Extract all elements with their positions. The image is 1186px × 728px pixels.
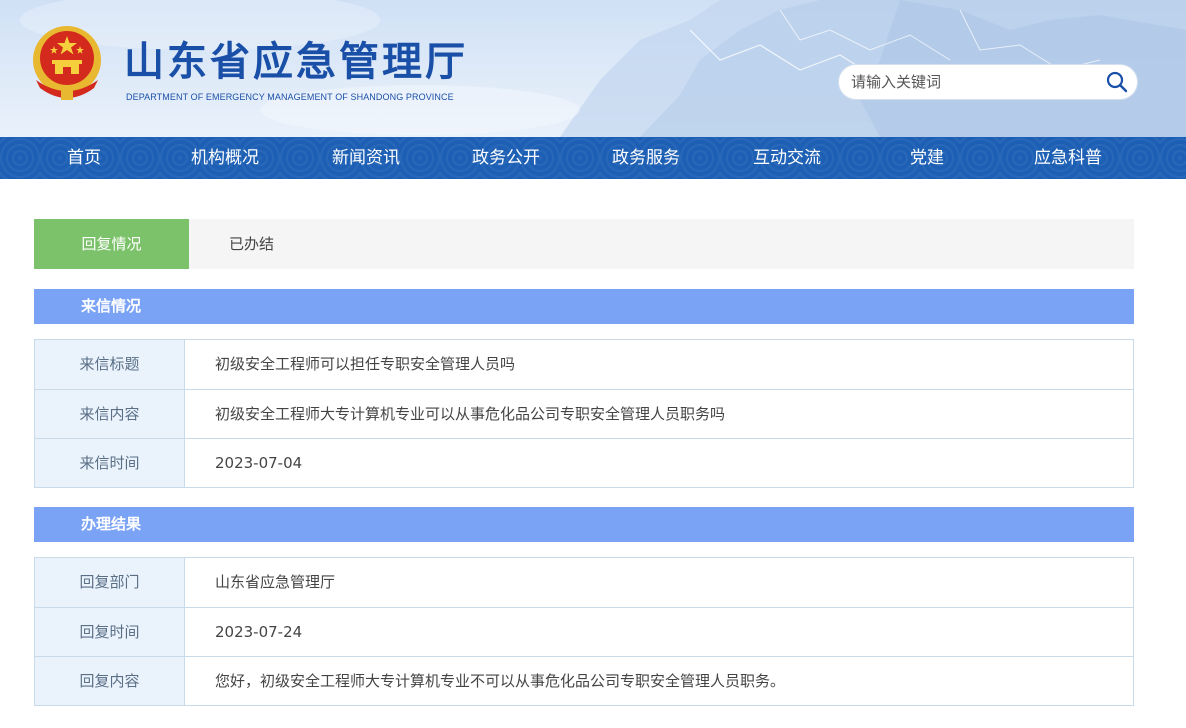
site-header: 山东省应急管理厅 DEPARTMENT OF EMERGENCY MANAGEM… xyxy=(0,0,1186,137)
letter-content-label: 来信内容 xyxy=(35,390,185,438)
reply-content-value: 您好，初级安全工程师大专计算机专业不可以从事危化品公司专职安全管理人员职务。 xyxy=(215,672,786,690)
letter-date-value: 2023-07-04 xyxy=(215,454,303,472)
reply-date-value: 2023-07-24 xyxy=(215,623,303,641)
table-row: 回复时间 2023-07-24 xyxy=(35,607,1133,656)
site-subtitle: DEPARTMENT OF EMERGENCY MANAGEMENT OF SH… xyxy=(126,92,454,102)
letter-title-label: 来信标题 xyxy=(35,340,185,389)
reply-department-value: 山东省应急管理厅 xyxy=(215,573,336,591)
nav-item-science[interactable]: 应急科普 xyxy=(1019,137,1117,179)
letter-date-label: 来信时间 xyxy=(35,439,185,487)
national-emblem-icon xyxy=(33,26,101,100)
nav-item-public-affairs[interactable]: 政务公开 xyxy=(457,137,555,179)
letter-table: 来信标题 初级安全工程师可以担任专职安全管理人员吗 来信内容 初级安全工程师大专… xyxy=(34,339,1134,488)
nav-item-home[interactable]: 首页 xyxy=(45,137,123,179)
search-box xyxy=(838,64,1138,100)
reply-content-label: 回复内容 xyxy=(35,657,185,705)
search-input[interactable] xyxy=(851,65,1101,99)
letter-section-heading: 来信情况 xyxy=(34,289,1134,324)
letter-content-value: 初级安全工程师大专计算机专业可以从事危化品公司专职安全管理人员职务吗 xyxy=(215,405,726,423)
reply-department-label: 回复部门 xyxy=(35,558,185,607)
nav-item-services[interactable]: 政务服务 xyxy=(597,137,695,179)
nav-item-about[interactable]: 机构概况 xyxy=(176,137,274,179)
nav-item-party[interactable]: 党建 xyxy=(888,137,966,179)
table-row: 来信时间 2023-07-04 xyxy=(35,438,1133,487)
table-row: 来信内容 初级安全工程师大专计算机专业可以从事危化品公司专职安全管理人员职务吗 xyxy=(35,389,1133,438)
letter-title-value: 初级安全工程师可以担任专职安全管理人员吗 xyxy=(215,355,516,373)
nav-item-interaction[interactable]: 互动交流 xyxy=(738,137,836,179)
result-table: 回复部门 山东省应急管理厅 回复时间 2023-07-24 回复内容 您好，初级… xyxy=(34,557,1134,706)
site-title: 山东省应急管理厅 xyxy=(124,39,468,85)
reply-date-label: 回复时间 xyxy=(35,608,185,656)
reply-status-label: 回复情况 xyxy=(34,219,189,269)
reply-status-bar: 回复情况 已办结 xyxy=(34,219,1134,269)
reply-status-value: 已办结 xyxy=(229,235,275,253)
nav-item-news[interactable]: 新闻资讯 xyxy=(317,137,415,179)
table-row: 来信标题 初级安全工程师可以担任专职安全管理人员吗 xyxy=(35,340,1133,389)
search-icon[interactable] xyxy=(1105,70,1129,94)
table-row: 回复部门 山东省应急管理厅 xyxy=(35,558,1133,607)
table-row: 回复内容 您好，初级安全工程师大专计算机专业不可以从事危化品公司专职安全管理人员… xyxy=(35,656,1133,705)
result-section-heading: 办理结果 xyxy=(34,507,1134,542)
main-nav: 首页 机构概况 新闻资讯 政务公开 政务服务 互动交流 党建 应急科普 xyxy=(0,137,1186,179)
